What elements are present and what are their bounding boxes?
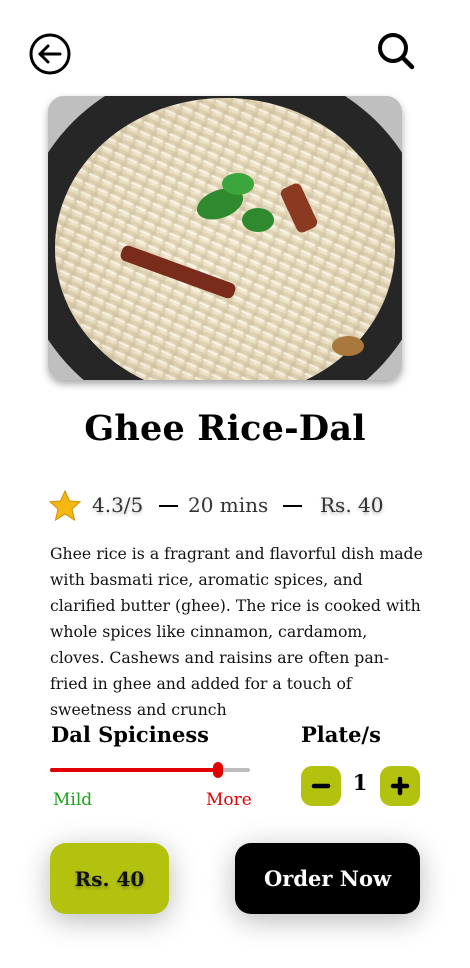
order-now-button[interactable]: Order Now xyxy=(235,843,420,914)
dish-title: Ghee Rice-Dal xyxy=(84,408,366,449)
plus-icon xyxy=(390,776,410,796)
spiciness-title: Dal Spiciness xyxy=(51,722,209,747)
star-icon xyxy=(48,489,82,523)
search-icon xyxy=(378,33,415,70)
back-button[interactable] xyxy=(29,33,71,75)
slider-min-label: Mild xyxy=(53,790,93,810)
back-arrow-circle-icon xyxy=(29,33,71,75)
ghee-rice-photo xyxy=(48,96,402,380)
separator-dash xyxy=(159,505,178,507)
plates-title: Plate/s xyxy=(301,722,381,747)
increase-quantity-button[interactable] xyxy=(380,766,420,806)
price-button[interactable]: Rs. 40 xyxy=(50,843,169,914)
cook-time: 20 mins xyxy=(188,493,269,517)
price-value: Rs. 40 xyxy=(320,493,384,517)
spiciness-slider[interactable] xyxy=(50,762,250,778)
decrease-quantity-button[interactable] xyxy=(301,766,341,806)
slider-fill xyxy=(50,768,218,772)
dish-image xyxy=(48,96,402,380)
slider-max-label: More xyxy=(206,790,252,810)
separator-dash xyxy=(283,505,302,507)
dish-description: Ghee rice is a fragrant and flavorful di… xyxy=(50,544,423,719)
slider-thumb[interactable] xyxy=(213,762,223,778)
quantity-value: 1 xyxy=(352,770,368,795)
search-button[interactable] xyxy=(376,31,416,71)
minus-icon xyxy=(311,783,331,789)
rating-value: 4.3/5 xyxy=(92,493,144,517)
